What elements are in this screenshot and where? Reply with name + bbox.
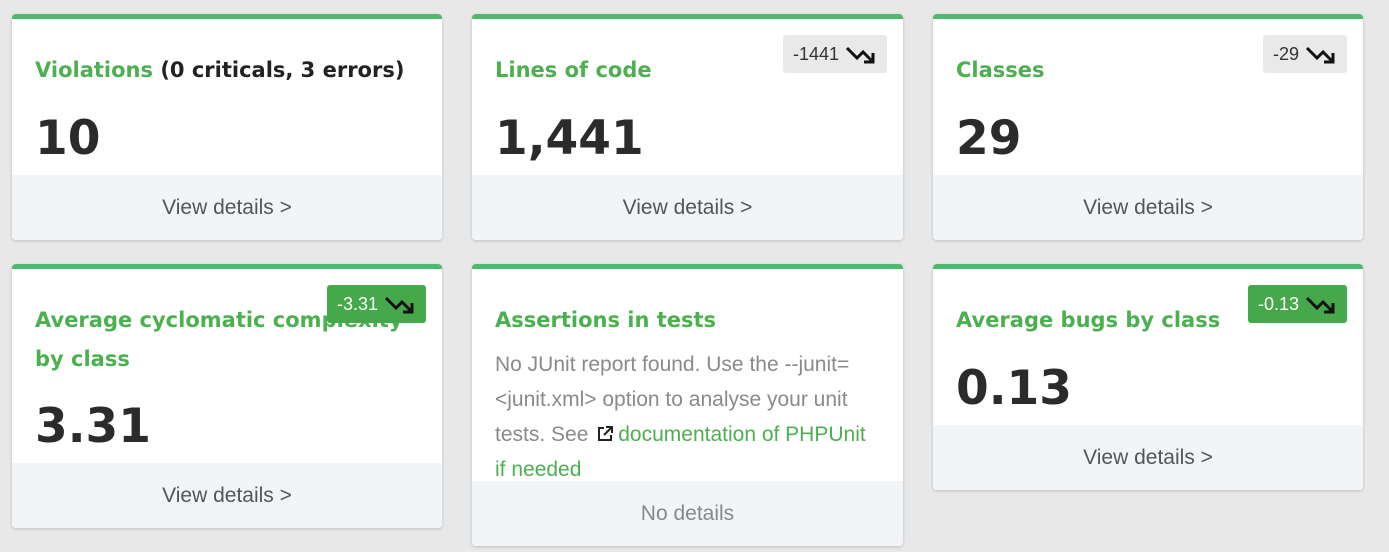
lines-of-code-title: Lines of code bbox=[495, 58, 652, 82]
classes-value: 29 bbox=[956, 111, 1022, 166]
lines-of-code-value: 1,441 bbox=[495, 111, 644, 166]
violations-card: Violations (0 criticals, 3 errors) 10 Vi… bbox=[12, 14, 442, 240]
view-details-button[interactable]: View details > bbox=[933, 175, 1363, 240]
violations-value: 10 bbox=[35, 111, 101, 166]
external-link-icon bbox=[598, 426, 614, 441]
classes-card: Classes -29 29 View details > bbox=[933, 14, 1363, 240]
trend-badge-value: -3.31 bbox=[336, 293, 378, 314]
view-details-button[interactable]: View details > bbox=[12, 175, 442, 240]
violations-title: Violations bbox=[35, 58, 153, 82]
violations-subtitle: (0 criticals, 3 errors) bbox=[160, 58, 405, 82]
trend-badge: -0.13 bbox=[1247, 285, 1347, 323]
assertions-card: Assertions in tests No JUnit report foun… bbox=[472, 264, 903, 546]
view-details-button[interactable]: View details > bbox=[12, 463, 442, 528]
bugs-by-class-card: Average bugs by class -0.13 0.13 View de… bbox=[933, 264, 1363, 490]
card-title: Violations (0 criticals, 3 errors) bbox=[35, 51, 404, 90]
lines-of-code-card: Lines of code -1441 1,441 View details > bbox=[472, 14, 903, 240]
trend-down-icon bbox=[384, 296, 414, 314]
trend-down-icon bbox=[1305, 296, 1335, 314]
no-details-label: No details bbox=[472, 481, 903, 546]
bugs-by-class-value: 0.13 bbox=[956, 361, 1072, 416]
trend-badge-value: -0.13 bbox=[1257, 293, 1299, 314]
trend-down-icon bbox=[1305, 46, 1335, 64]
trend-badge: -29 bbox=[1262, 35, 1347, 73]
cyclomatic-complexity-value: 3.31 bbox=[35, 399, 151, 454]
classes-title: Classes bbox=[956, 58, 1045, 82]
trend-badge-value: -1441 bbox=[792, 43, 839, 64]
assertions-description: No JUnit report found. Use the --junit=<… bbox=[495, 347, 875, 487]
trend-badge: -3.31 bbox=[326, 285, 426, 323]
trend-badge: -1441 bbox=[782, 35, 887, 73]
trend-down-icon bbox=[845, 46, 875, 64]
bugs-by-class-title: Average bugs by class bbox=[956, 308, 1221, 332]
assertions-title: Assertions in tests bbox=[495, 308, 717, 332]
view-details-button[interactable]: View details > bbox=[472, 175, 903, 240]
cyclomatic-complexity-card: Average cyclomatic complexity by class -… bbox=[12, 264, 442, 528]
trend-badge-value: -29 bbox=[1272, 43, 1299, 64]
view-details-button[interactable]: View details > bbox=[933, 425, 1363, 490]
